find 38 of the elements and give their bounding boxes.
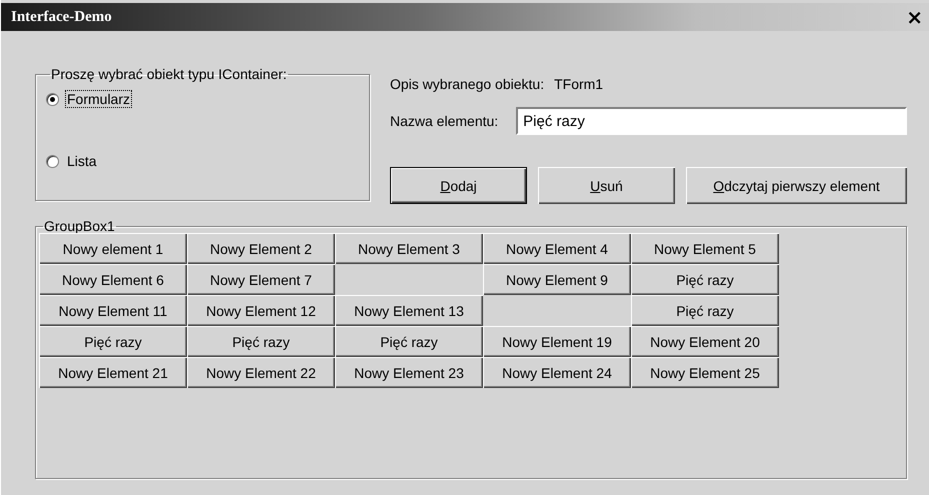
action-button[interactable]: Dodaj xyxy=(390,167,527,204)
close-button[interactable]: × xyxy=(904,7,925,27)
name-field[interactable]: Pięć razy xyxy=(516,107,907,135)
radio-label[interactable]: Lista xyxy=(65,152,99,170)
element-button[interactable]: Pięć razy xyxy=(631,295,779,326)
element-button[interactable]: Nowy Element 21 xyxy=(39,357,187,388)
radio-button[interactable] xyxy=(46,154,59,168)
element-button[interactable]: Nowy Element 12 xyxy=(187,295,335,326)
element-button[interactable]: Pięć razy xyxy=(187,326,335,357)
element-button[interactable]: Nowy Element 3 xyxy=(335,233,483,264)
element-button[interactable]: Nowy Element 9 xyxy=(483,264,631,295)
element-button[interactable]: Nowy Element 13 xyxy=(335,295,483,326)
name-label: Nazwa elementu: xyxy=(390,113,498,129)
element-button[interactable]: Nowy Element 19 xyxy=(483,326,631,357)
element-button[interactable]: Nowy Element 22 xyxy=(187,357,335,388)
radio-button[interactable] xyxy=(46,92,59,106)
element-button[interactable]: Nowy Element 6 xyxy=(39,264,187,295)
group-title: Proszę wybrać obiekt typu IContainer: xyxy=(50,66,288,82)
action-button[interactable]: Odczytaj pierwszy element xyxy=(686,167,907,204)
group-title: GroupBox1 xyxy=(43,218,116,234)
element-button[interactable]: Nowy Element 20 xyxy=(631,326,779,357)
element-button[interactable]: Pięć razy xyxy=(631,264,779,295)
element-button[interactable]: Nowy Element 11 xyxy=(39,295,187,326)
element-button[interactable]: Nowy Element 7 xyxy=(187,264,335,295)
element-button[interactable]: Nowy element 1 xyxy=(39,233,187,264)
description-label: Opis wybranego obiektu: xyxy=(390,76,544,92)
element-button[interactable]: Nowy Element 23 xyxy=(335,357,483,388)
element-button[interactable]: Pięć razy xyxy=(335,326,483,357)
action-button[interactable]: Usuń xyxy=(538,167,675,204)
element-button[interactable]: Pięć razy xyxy=(39,326,187,357)
element-button[interactable]: Nowy Element 5 xyxy=(631,233,779,264)
description-value: TForm1 xyxy=(554,76,604,92)
window-title: Interface-Demo xyxy=(11,8,112,26)
element-button[interactable]: Nowy Element 2 xyxy=(187,233,335,264)
element-button[interactable]: Nowy Element 4 xyxy=(483,233,631,264)
element-button[interactable]: Nowy Element 24 xyxy=(483,357,631,388)
element-button[interactable]: Nowy Element 25 xyxy=(631,357,779,388)
radio-label[interactable]: Formularz xyxy=(65,90,132,108)
